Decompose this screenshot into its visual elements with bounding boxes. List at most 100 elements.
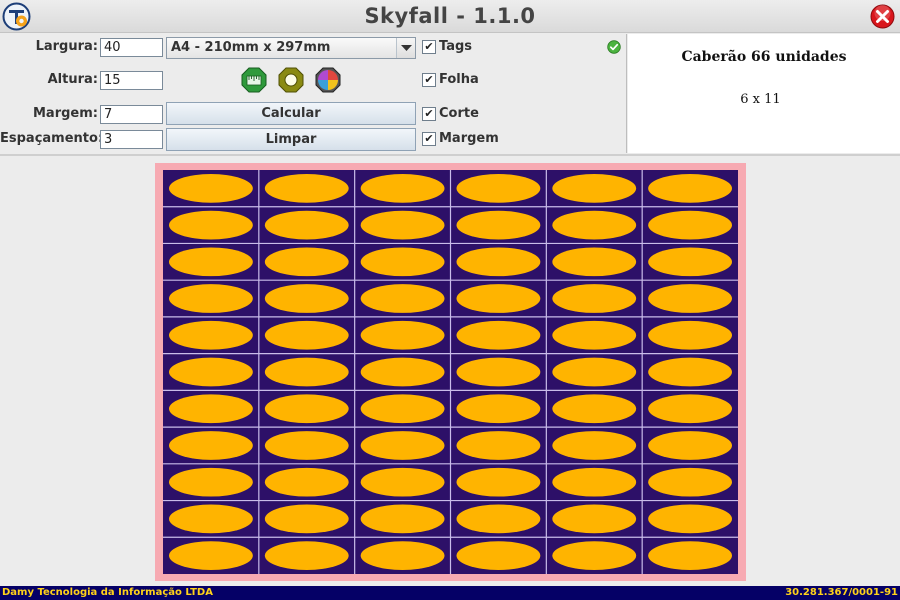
tag-shape (169, 247, 253, 277)
tag-shape (648, 210, 732, 240)
tag-shape (169, 467, 253, 497)
paper-size-value: A4 - 210mm x 297mm (171, 40, 331, 55)
espacamento-label: Espaçamento: (0, 131, 104, 146)
tag-shape (264, 394, 349, 424)
tag-shape (360, 541, 445, 570)
tag-shape (552, 174, 637, 203)
tag-shape (360, 284, 445, 313)
tag-shape (648, 174, 732, 203)
tag-shape (264, 504, 349, 534)
tags-checkbox[interactable]: ✔ (422, 40, 436, 54)
window-title: Skyfall - 1.1.0 (364, 4, 536, 28)
margem-checkbox-label: Margem (439, 131, 499, 146)
tag-shape (456, 320, 541, 350)
check-ok-icon (607, 40, 621, 54)
corte-checkbox-label: Corte (439, 106, 479, 121)
company-name: Damy Tecnologia da Informação LTDA (2, 587, 213, 598)
tag-shape (264, 320, 349, 350)
tag-shape (360, 431, 445, 460)
tag-shape (264, 247, 349, 277)
tag-shape (360, 174, 445, 203)
tag-shape (648, 284, 732, 313)
tag-shape (169, 174, 253, 203)
altura-input[interactable]: 15 (100, 71, 163, 90)
tag-shape (360, 320, 445, 350)
tag-shape (648, 394, 732, 424)
close-icon[interactable] (870, 4, 895, 29)
tag-shape (552, 394, 637, 424)
tag-shape (169, 541, 253, 570)
tag-shape (360, 357, 445, 387)
tag-shape (360, 247, 445, 277)
tag-shape (552, 541, 637, 570)
tag-shape (264, 174, 349, 203)
tag-shape (456, 431, 541, 460)
company-cnpj: 30.281.367/0001-91 (785, 587, 898, 598)
tag-shape (169, 210, 253, 240)
circle-shape-icon[interactable] (278, 67, 304, 93)
tag-shape (264, 357, 349, 387)
tag-shape (552, 431, 637, 460)
calcular-button[interactable]: Calcular (166, 102, 416, 125)
result-grid-text: 6 x 11 (740, 92, 781, 107)
sheet-preview (155, 163, 746, 581)
tag-shape (169, 284, 253, 313)
tag-shape (169, 357, 253, 387)
corte-checkbox[interactable]: ✔ (422, 107, 436, 121)
tags-checkbox-label: Tags (439, 39, 473, 54)
margem-checkbox[interactable]: ✔ (422, 132, 436, 146)
tag-shape (360, 210, 445, 240)
controls-panel: Largura: 40 Altura: 15 Margem: 7 Espaçam… (0, 34, 627, 153)
status-bar: Damy Tecnologia da Informação LTDA 30.28… (0, 586, 900, 600)
tag-shape (552, 320, 637, 350)
tag-shape (648, 247, 732, 277)
sheet-layout (163, 170, 738, 574)
folha-checkbox-label: Folha (439, 72, 479, 87)
tag-shape (456, 284, 541, 313)
tag-shape (552, 467, 637, 497)
limpar-button[interactable]: Limpar (166, 128, 416, 151)
tag-shape (360, 394, 445, 424)
margem-input[interactable]: 7 (100, 105, 163, 124)
result-count-text: Caberão 66 unidades (681, 49, 847, 65)
divider (0, 154, 900, 156)
tag-shape (456, 394, 541, 424)
tag-shape (456, 357, 541, 387)
margem-label: Margem: (33, 106, 98, 121)
dropdown-arrow-icon[interactable] (396, 38, 415, 58)
tag-shape (169, 320, 253, 350)
tag-shape (648, 320, 732, 350)
tag-shape (264, 210, 349, 240)
tag-shape (552, 357, 637, 387)
tag-shape (552, 504, 637, 534)
tag-shape (169, 431, 253, 460)
tag-shape (264, 431, 349, 460)
altura-label: Altura: (47, 72, 98, 87)
tag-shape (648, 467, 732, 497)
largura-input[interactable]: 40 (100, 38, 163, 57)
ruler-icon[interactable] (241, 67, 267, 93)
tag-shape (456, 504, 541, 534)
tag-shape (648, 504, 732, 534)
tag-shape (169, 394, 253, 424)
tag-shape (648, 431, 732, 460)
tag-shape (552, 210, 637, 240)
tag-shape (456, 174, 541, 203)
tag-shape (552, 247, 637, 277)
paper-size-select[interactable]: A4 - 210mm x 297mm (166, 37, 416, 59)
app-window: Skyfall - 1.1.0 Largura: 40 Altura: 15 M… (0, 0, 900, 600)
result-panel: Caberão 66 unidades 6 x 11 (628, 34, 900, 153)
tag-shape (456, 210, 541, 240)
color-wheel-icon[interactable] (315, 67, 341, 93)
largura-label: Largura: (35, 39, 98, 54)
folha-checkbox[interactable]: ✔ (422, 73, 436, 87)
tag-shape (360, 504, 445, 534)
tag-shape (169, 504, 253, 534)
tag-shape (552, 284, 637, 313)
title-bar: Skyfall - 1.1.0 (0, 0, 900, 33)
tag-shape (456, 247, 541, 277)
tag-shape (264, 541, 349, 570)
espacamento-input[interactable]: 3 (100, 130, 163, 149)
tag-shape (456, 467, 541, 497)
tag-shape (264, 284, 349, 313)
